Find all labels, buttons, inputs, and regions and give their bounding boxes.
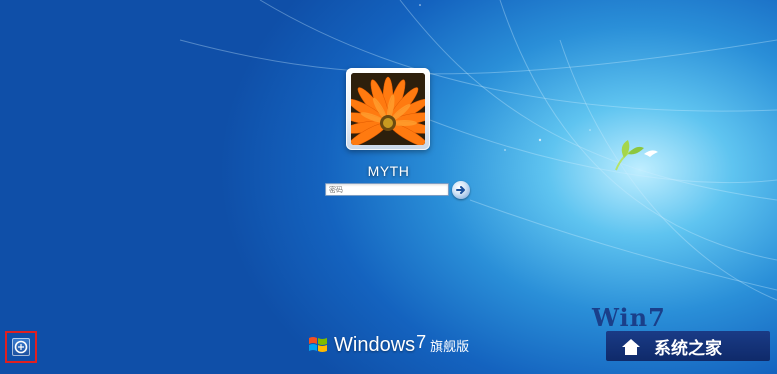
watermark-site-name: 系统之家 (654, 339, 722, 359)
username-label: MYTH (367, 163, 410, 179)
windows-7-logo: Windows 7 旗舰版 (307, 331, 470, 357)
arrow-right-icon (456, 186, 465, 194)
house-icon (622, 339, 640, 355)
windows-word: Windows (334, 333, 416, 356)
avatar-flower-image (351, 73, 425, 145)
password-input[interactable] (325, 183, 449, 196)
site-watermark: Win7 系统之家 (592, 303, 772, 369)
user-avatar[interactable] (346, 68, 430, 150)
ease-of-access-icon (12, 338, 30, 356)
bird-icon (615, 140, 658, 171)
submit-arrow-button[interactable] (452, 181, 470, 199)
windows-flag-icon (309, 337, 327, 352)
watermark-win7-text: Win7 (592, 303, 666, 332)
edition-label: 旗舰版 (430, 339, 470, 355)
windows-version: 7 (416, 331, 427, 352)
ease-of-access-button[interactable] (5, 331, 37, 363)
